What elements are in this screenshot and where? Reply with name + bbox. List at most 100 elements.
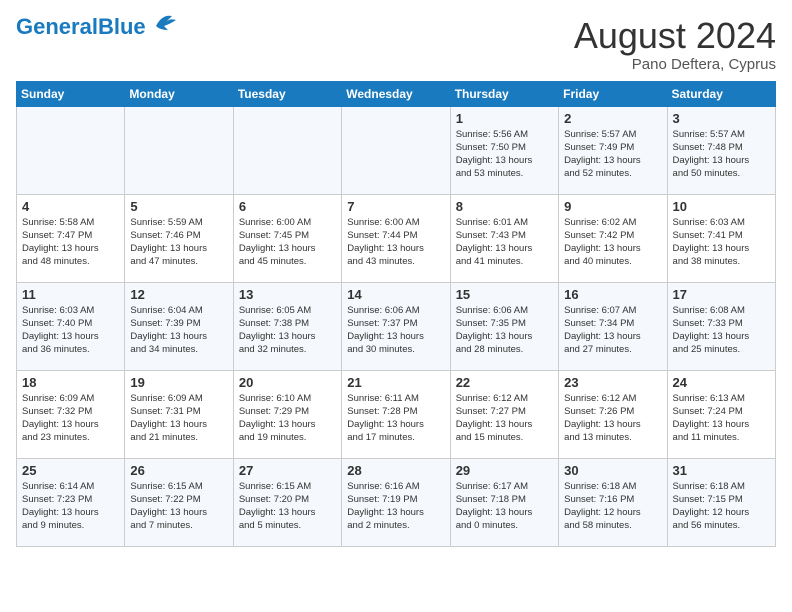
header-row: Sunday Monday Tuesday Wednesday Thursday… — [17, 81, 776, 106]
day-number: 12 — [130, 287, 227, 302]
day-info: Sunrise: 6:14 AM Sunset: 7:23 PM Dayligh… — [22, 480, 119, 533]
day-number: 11 — [22, 287, 119, 302]
table-cell: 29Sunrise: 6:17 AM Sunset: 7:18 PM Dayli… — [450, 458, 558, 546]
table-cell: 21Sunrise: 6:11 AM Sunset: 7:28 PM Dayli… — [342, 370, 450, 458]
day-number: 19 — [130, 375, 227, 390]
day-number: 21 — [347, 375, 444, 390]
day-info: Sunrise: 6:18 AM Sunset: 7:16 PM Dayligh… — [564, 480, 661, 533]
day-info: Sunrise: 6:12 AM Sunset: 7:26 PM Dayligh… — [564, 392, 661, 445]
table-cell: 3Sunrise: 5:57 AM Sunset: 7:48 PM Daylig… — [667, 106, 775, 194]
day-info: Sunrise: 6:05 AM Sunset: 7:38 PM Dayligh… — [239, 304, 336, 357]
table-row: 4Sunrise: 5:58 AM Sunset: 7:47 PM Daylig… — [17, 194, 776, 282]
col-wednesday: Wednesday — [342, 81, 450, 106]
day-number: 30 — [564, 463, 661, 478]
day-info: Sunrise: 6:02 AM Sunset: 7:42 PM Dayligh… — [564, 216, 661, 269]
day-info: Sunrise: 6:15 AM Sunset: 7:22 PM Dayligh… — [130, 480, 227, 533]
location: Pano Deftera, Cyprus — [574, 56, 776, 73]
day-info: Sunrise: 6:04 AM Sunset: 7:39 PM Dayligh… — [130, 304, 227, 357]
day-number: 8 — [456, 199, 553, 214]
day-info: Sunrise: 6:03 AM Sunset: 7:40 PM Dayligh… — [22, 304, 119, 357]
day-number: 31 — [673, 463, 770, 478]
table-row: 18 Sunrise: 6:09 AM Sunset: 7:32 PM Dayli… — [17, 370, 776, 458]
day-info: Sunrise: 6:00 AM Sunset: 7:45 PM Dayligh… — [239, 216, 336, 269]
table-cell: 1 Sunrise: 5:56 AM Sunset: 7:50 PM Daylig… — [450, 106, 558, 194]
day-info: Sunrise: 6:09 AM Sunset: 7:32 PM Dayligh… — [22, 392, 119, 445]
day-number: 5 — [130, 199, 227, 214]
table-cell — [233, 106, 341, 194]
day-number: 9 — [564, 199, 661, 214]
col-saturday: Saturday — [667, 81, 775, 106]
day-info: Sunrise: 5:59 AM Sunset: 7:46 PM Dayligh… — [130, 216, 227, 269]
day-number: 22 — [456, 375, 553, 390]
table-cell — [125, 106, 233, 194]
table-cell: 9 Sunrise: 6:02 AM Sunset: 7:42 PM Daylig… — [559, 194, 667, 282]
table-cell: 14 Sunrise: 6:06 AM Sunset: 7:37 PM Dayli… — [342, 282, 450, 370]
table-cell: 15Sunrise: 6:06 AM Sunset: 7:35 PM Dayli… — [450, 282, 558, 370]
table-cell: 19 Sunrise: 6:09 AM Sunset: 7:31 PM Dayli… — [125, 370, 233, 458]
day-number: 16 — [564, 287, 661, 302]
table-cell: 30 Sunrise: 6:18 AM Sunset: 7:16 PM Dayli… — [559, 458, 667, 546]
day-info: Sunrise: 6:08 AM Sunset: 7:33 PM Dayligh… — [673, 304, 770, 357]
calendar-table: Sunday Monday Tuesday Wednesday Thursday… — [16, 81, 776, 547]
day-number: 3 — [673, 111, 770, 126]
logo-bird-icon — [148, 12, 180, 34]
col-monday: Monday — [125, 81, 233, 106]
day-info: Sunrise: 5:56 AM Sunset: 7:50 PM Dayligh… — [456, 128, 553, 181]
day-info: Sunrise: 6:17 AM Sunset: 7:18 PM Dayligh… — [456, 480, 553, 533]
table-cell — [342, 106, 450, 194]
day-number: 24 — [673, 375, 770, 390]
table-row: 25Sunrise: 6:14 AM Sunset: 7:23 PM Dayli… — [17, 458, 776, 546]
table-cell: 27Sunrise: 6:15 AM Sunset: 7:20 PM Dayli… — [233, 458, 341, 546]
table-cell: 23 Sunrise: 6:12 AM Sunset: 7:26 PM Dayli… — [559, 370, 667, 458]
table-cell: 24 Sunrise: 6:13 AM Sunset: 7:24 PM Dayli… — [667, 370, 775, 458]
table-cell: 20Sunrise: 6:10 AM Sunset: 7:29 PM Dayli… — [233, 370, 341, 458]
day-info: Sunrise: 6:00 AM Sunset: 7:44 PM Dayligh… — [347, 216, 444, 269]
table-cell: 28 Sunrise: 6:16 AM Sunset: 7:19 PM Dayli… — [342, 458, 450, 546]
day-info: Sunrise: 6:01 AM Sunset: 7:43 PM Dayligh… — [456, 216, 553, 269]
col-thursday: Thursday — [450, 81, 558, 106]
table-cell: 6 Sunrise: 6:00 AM Sunset: 7:45 PM Daylig… — [233, 194, 341, 282]
day-info: Sunrise: 6:13 AM Sunset: 7:24 PM Dayligh… — [673, 392, 770, 445]
day-number: 15 — [456, 287, 553, 302]
day-number: 17 — [673, 287, 770, 302]
table-cell: 26Sunrise: 6:15 AM Sunset: 7:22 PM Dayli… — [125, 458, 233, 546]
table-cell: 17 Sunrise: 6:08 AM Sunset: 7:33 PM Dayli… — [667, 282, 775, 370]
table-cell: 2Sunrise: 5:57 AM Sunset: 7:49 PM Daylig… — [559, 106, 667, 194]
table-cell: 16 Sunrise: 6:07 AM Sunset: 7:34 PM Dayli… — [559, 282, 667, 370]
table-cell: 25Sunrise: 6:14 AM Sunset: 7:23 PM Dayli… — [17, 458, 125, 546]
day-number: 14 — [347, 287, 444, 302]
day-info: Sunrise: 6:03 AM Sunset: 7:41 PM Dayligh… — [673, 216, 770, 269]
table-cell — [17, 106, 125, 194]
header: GeneralBlue August 2024 Pano Deftera, Cy… — [16, 16, 776, 73]
table-row: 11 Sunrise: 6:03 AM Sunset: 7:40 PM Dayli… — [17, 282, 776, 370]
day-number: 28 — [347, 463, 444, 478]
table-cell: 10Sunrise: 6:03 AM Sunset: 7:41 PM Dayli… — [667, 194, 775, 282]
day-number: 18 — [22, 375, 119, 390]
day-number: 2 — [564, 111, 661, 126]
logo-blue: Blue — [98, 14, 146, 39]
table-cell: 11 Sunrise: 6:03 AM Sunset: 7:40 PM Dayli… — [17, 282, 125, 370]
title-block: August 2024 Pano Deftera, Cyprus — [574, 16, 776, 73]
month-year: August 2024 — [574, 16, 776, 56]
calendar-container: GeneralBlue August 2024 Pano Deftera, Cy… — [0, 0, 792, 557]
day-number: 23 — [564, 375, 661, 390]
day-number: 27 — [239, 463, 336, 478]
day-info: Sunrise: 6:09 AM Sunset: 7:31 PM Dayligh… — [130, 392, 227, 445]
day-info: Sunrise: 6:06 AM Sunset: 7:37 PM Dayligh… — [347, 304, 444, 357]
table-cell: 12 Sunrise: 6:04 AM Sunset: 7:39 PM Dayli… — [125, 282, 233, 370]
day-number: 6 — [239, 199, 336, 214]
day-number: 20 — [239, 375, 336, 390]
day-info: Sunrise: 6:07 AM Sunset: 7:34 PM Dayligh… — [564, 304, 661, 357]
table-cell: 18 Sunrise: 6:09 AM Sunset: 7:32 PM Dayli… — [17, 370, 125, 458]
day-info: Sunrise: 6:18 AM Sunset: 7:15 PM Dayligh… — [673, 480, 770, 533]
table-cell: 13 Sunrise: 6:05 AM Sunset: 7:38 PM Dayli… — [233, 282, 341, 370]
logo-text: GeneralBlue — [16, 16, 146, 38]
col-friday: Friday — [559, 81, 667, 106]
day-info: Sunrise: 6:16 AM Sunset: 7:19 PM Dayligh… — [347, 480, 444, 533]
day-number: 4 — [22, 199, 119, 214]
day-number: 13 — [239, 287, 336, 302]
table-cell: 7Sunrise: 6:00 AM Sunset: 7:44 PM Daylig… — [342, 194, 450, 282]
logo-general: General — [16, 14, 98, 39]
table-cell: 8 Sunrise: 6:01 AM Sunset: 7:43 PM Daylig… — [450, 194, 558, 282]
day-number: 1 — [456, 111, 553, 126]
